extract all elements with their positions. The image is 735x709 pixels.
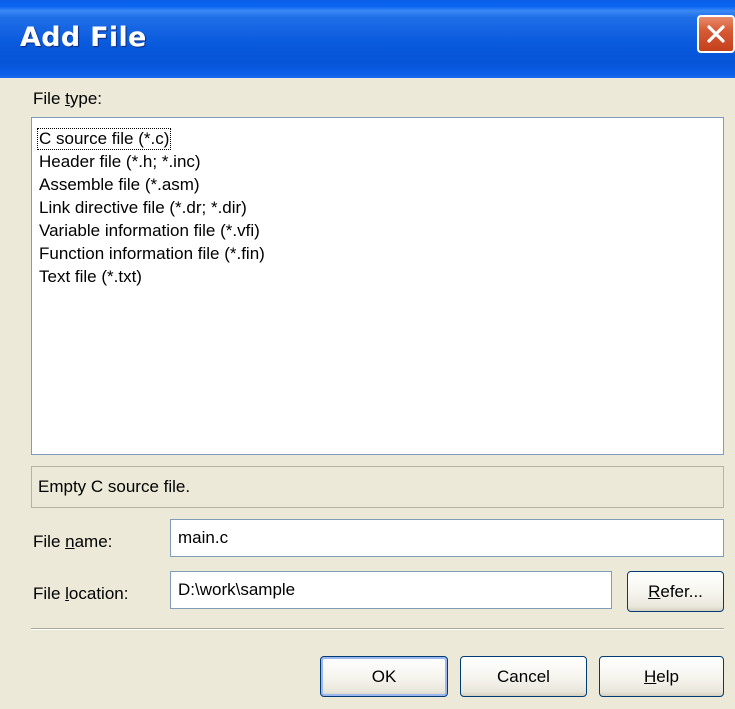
list-item[interactable]: Assemble file (*.asm) (39, 174, 200, 196)
file-type-label: File type: (33, 89, 102, 108)
file-type-list[interactable]: C source file (*.c) Header file (*.h; *.… (31, 117, 724, 455)
list-item[interactable]: Function information file (*.fin) (39, 243, 265, 265)
ok-button[interactable]: OK (320, 656, 448, 697)
separator (31, 628, 724, 630)
list-item[interactable]: Variable information file (*.vfi) (39, 220, 260, 242)
close-icon (707, 25, 725, 43)
dialog-title: Add File (20, 22, 147, 53)
file-type-description: Empty C source file. (31, 466, 724, 508)
file-location-label: File location: (33, 584, 129, 603)
help-button[interactable]: Help (599, 656, 724, 697)
list-item[interactable]: C source file (*.c) (37, 128, 172, 150)
file-location-input[interactable] (170, 571, 612, 609)
list-item[interactable]: Link directive file (*.dr; *.dir) (39, 197, 247, 219)
close-button[interactable] (697, 15, 735, 53)
file-name-label: File name: (33, 532, 113, 551)
description-text: Empty C source file. (38, 477, 191, 496)
cancel-button[interactable]: Cancel (460, 656, 587, 697)
refer-button[interactable]: Refer... (627, 571, 724, 612)
file-name-input[interactable] (170, 519, 724, 557)
list-item[interactable]: Header file (*.h; *.inc) (39, 151, 201, 173)
title-bar[interactable]: Add File (0, 0, 735, 78)
list-item[interactable]: Text file (*.txt) (39, 266, 142, 288)
add-file-dialog: Add File File type: C source file (*.c) … (0, 0, 735, 709)
